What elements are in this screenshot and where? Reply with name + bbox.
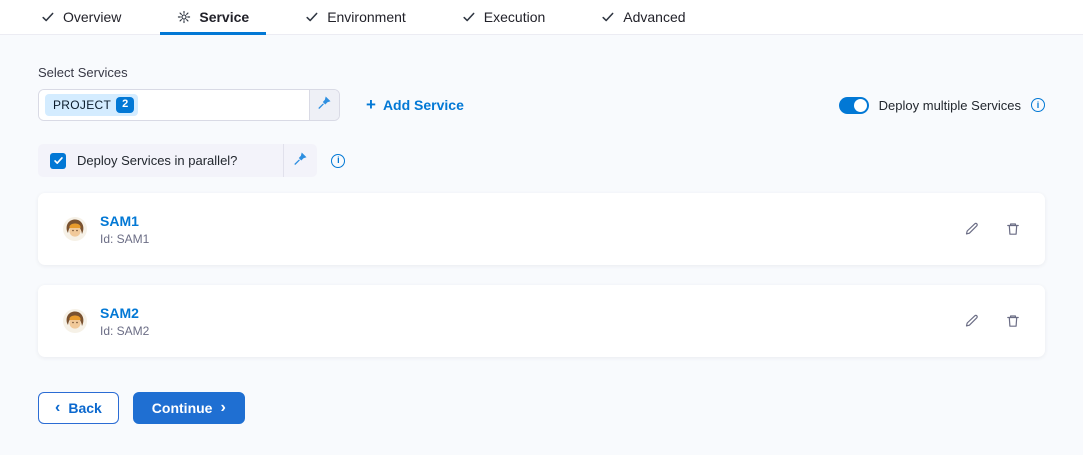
check-icon xyxy=(41,10,55,24)
pencil-icon xyxy=(964,221,980,237)
pin-icon xyxy=(293,151,308,171)
back-button-label: Back xyxy=(68,400,101,416)
pin-icon xyxy=(317,95,332,115)
chevron-left-icon: ‹ xyxy=(55,400,60,416)
delete-service-button[interactable] xyxy=(1005,221,1021,237)
service-avatar xyxy=(62,216,88,242)
tab-service[interactable]: Service xyxy=(160,0,266,34)
trash-icon xyxy=(1005,221,1021,237)
pin-parallel-button[interactable] xyxy=(283,144,317,177)
tab-overview[interactable]: Overview xyxy=(24,0,138,34)
tab-environment[interactable]: Environment xyxy=(288,0,423,34)
toggle-knob xyxy=(854,99,867,112)
service-avatar xyxy=(62,308,88,334)
step-tabs: Overview Service Environment Execution A… xyxy=(0,0,1083,35)
parallel-option-box: Deploy Services in parallel? xyxy=(38,144,317,177)
edit-service-button[interactable] xyxy=(964,221,980,237)
info-icon[interactable]: i xyxy=(331,154,345,168)
tab-execution[interactable]: Execution xyxy=(445,0,562,34)
check-icon xyxy=(462,10,476,24)
tab-label: Execution xyxy=(484,9,545,25)
pencil-icon xyxy=(964,313,980,329)
delete-service-button[interactable] xyxy=(1005,313,1021,329)
service-card: SAM1 Id: SAM1 xyxy=(38,193,1045,265)
back-button[interactable]: ‹ Back xyxy=(38,392,119,424)
parallel-checkbox-label: Deploy Services in parallel? xyxy=(77,153,237,168)
parallel-checkbox[interactable] xyxy=(50,153,66,169)
pin-services-button[interactable] xyxy=(309,90,339,120)
info-icon[interactable]: i xyxy=(1031,98,1045,112)
deploy-multiple-label: Deploy multiple Services xyxy=(879,98,1021,113)
edit-service-button[interactable] xyxy=(964,313,980,329)
services-multiselect[interactable]: PROJECT 2 xyxy=(38,89,340,121)
service-step-panel: Select Services PROJECT 2 + Add Service xyxy=(0,65,1083,424)
plus-icon: + xyxy=(366,98,376,112)
trash-icon xyxy=(1005,313,1021,329)
check-icon xyxy=(601,10,615,24)
continue-button-label: Continue xyxy=(152,400,213,416)
chip-label: PROJECT xyxy=(53,98,111,112)
tab-label: Service xyxy=(199,9,249,25)
check-icon xyxy=(305,10,319,24)
service-id: Id: SAM2 xyxy=(100,324,149,338)
select-services-label: Select Services xyxy=(38,65,1045,80)
add-service-label: Add Service xyxy=(383,97,464,113)
services-multiselect-input[interactable]: PROJECT 2 xyxy=(39,90,309,120)
tab-advanced[interactable]: Advanced xyxy=(584,0,702,34)
chip-count-badge: 2 xyxy=(116,97,134,113)
add-service-button[interactable]: + Add Service xyxy=(366,97,464,113)
tab-label: Environment xyxy=(327,9,406,25)
service-id: Id: SAM1 xyxy=(100,232,149,246)
gear-icon xyxy=(177,10,191,24)
tab-label: Advanced xyxy=(623,9,685,25)
continue-button[interactable]: Continue › xyxy=(133,392,245,424)
selected-service-chip[interactable]: PROJECT 2 xyxy=(45,94,138,116)
service-name-link[interactable]: SAM1 xyxy=(100,213,149,229)
deploy-multiple-toggle[interactable] xyxy=(839,97,869,114)
service-name-link[interactable]: SAM2 xyxy=(100,305,149,321)
service-card: SAM2 Id: SAM2 xyxy=(38,285,1045,357)
check-icon xyxy=(53,155,64,166)
chevron-right-icon: › xyxy=(220,400,225,416)
tab-label: Overview xyxy=(63,9,121,25)
